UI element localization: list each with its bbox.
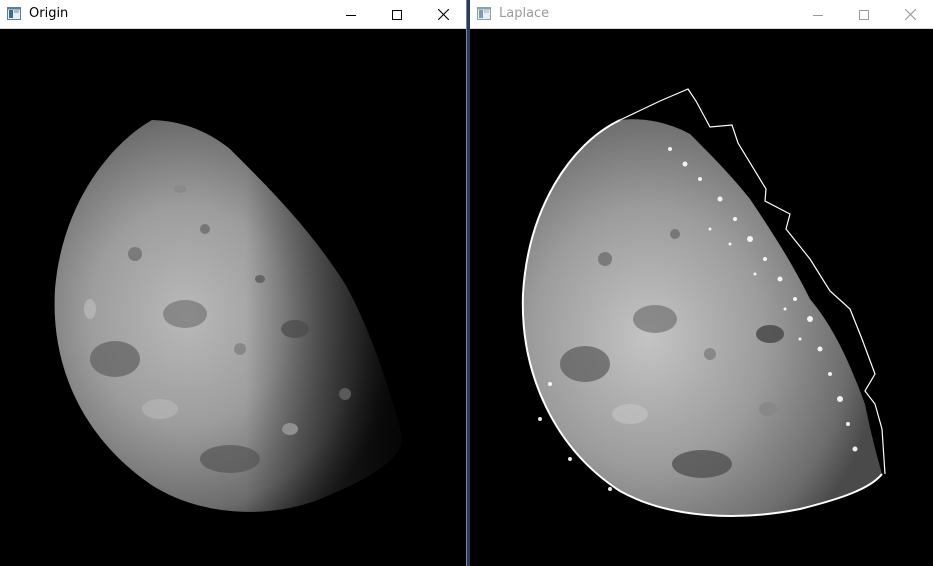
app-icon: [7, 7, 21, 20]
origin-titlebar[interactable]: Origin: [0, 0, 466, 29]
desktop: Origin Laplace: [0, 0, 933, 566]
close-icon: [904, 9, 916, 20]
laplace-image-canvas: [470, 29, 933, 566]
close-button[interactable]: [420, 0, 466, 29]
minimize-button[interactable]: [795, 0, 841, 29]
moon-laplace-image: [521, 88, 886, 517]
maximize-button[interactable]: [841, 0, 887, 29]
minimize-button[interactable]: [328, 0, 374, 29]
maximize-icon: [859, 9, 869, 20]
window-title: Origin: [29, 6, 69, 21]
minimize-icon: [813, 14, 823, 16]
origin-window: Origin: [0, 0, 467, 566]
app-icon: [477, 7, 491, 20]
window-title: Laplace: [499, 6, 550, 21]
laplace-window: Laplace: [470, 0, 933, 566]
moon-image: [54, 120, 402, 512]
close-icon: [437, 9, 449, 20]
maximize-icon: [392, 9, 402, 20]
laplace-titlebar[interactable]: Laplace: [470, 0, 933, 29]
minimize-icon: [346, 14, 356, 16]
origin-image-canvas: [0, 29, 466, 566]
maximize-button[interactable]: [374, 0, 420, 29]
close-button[interactable]: [887, 0, 933, 29]
